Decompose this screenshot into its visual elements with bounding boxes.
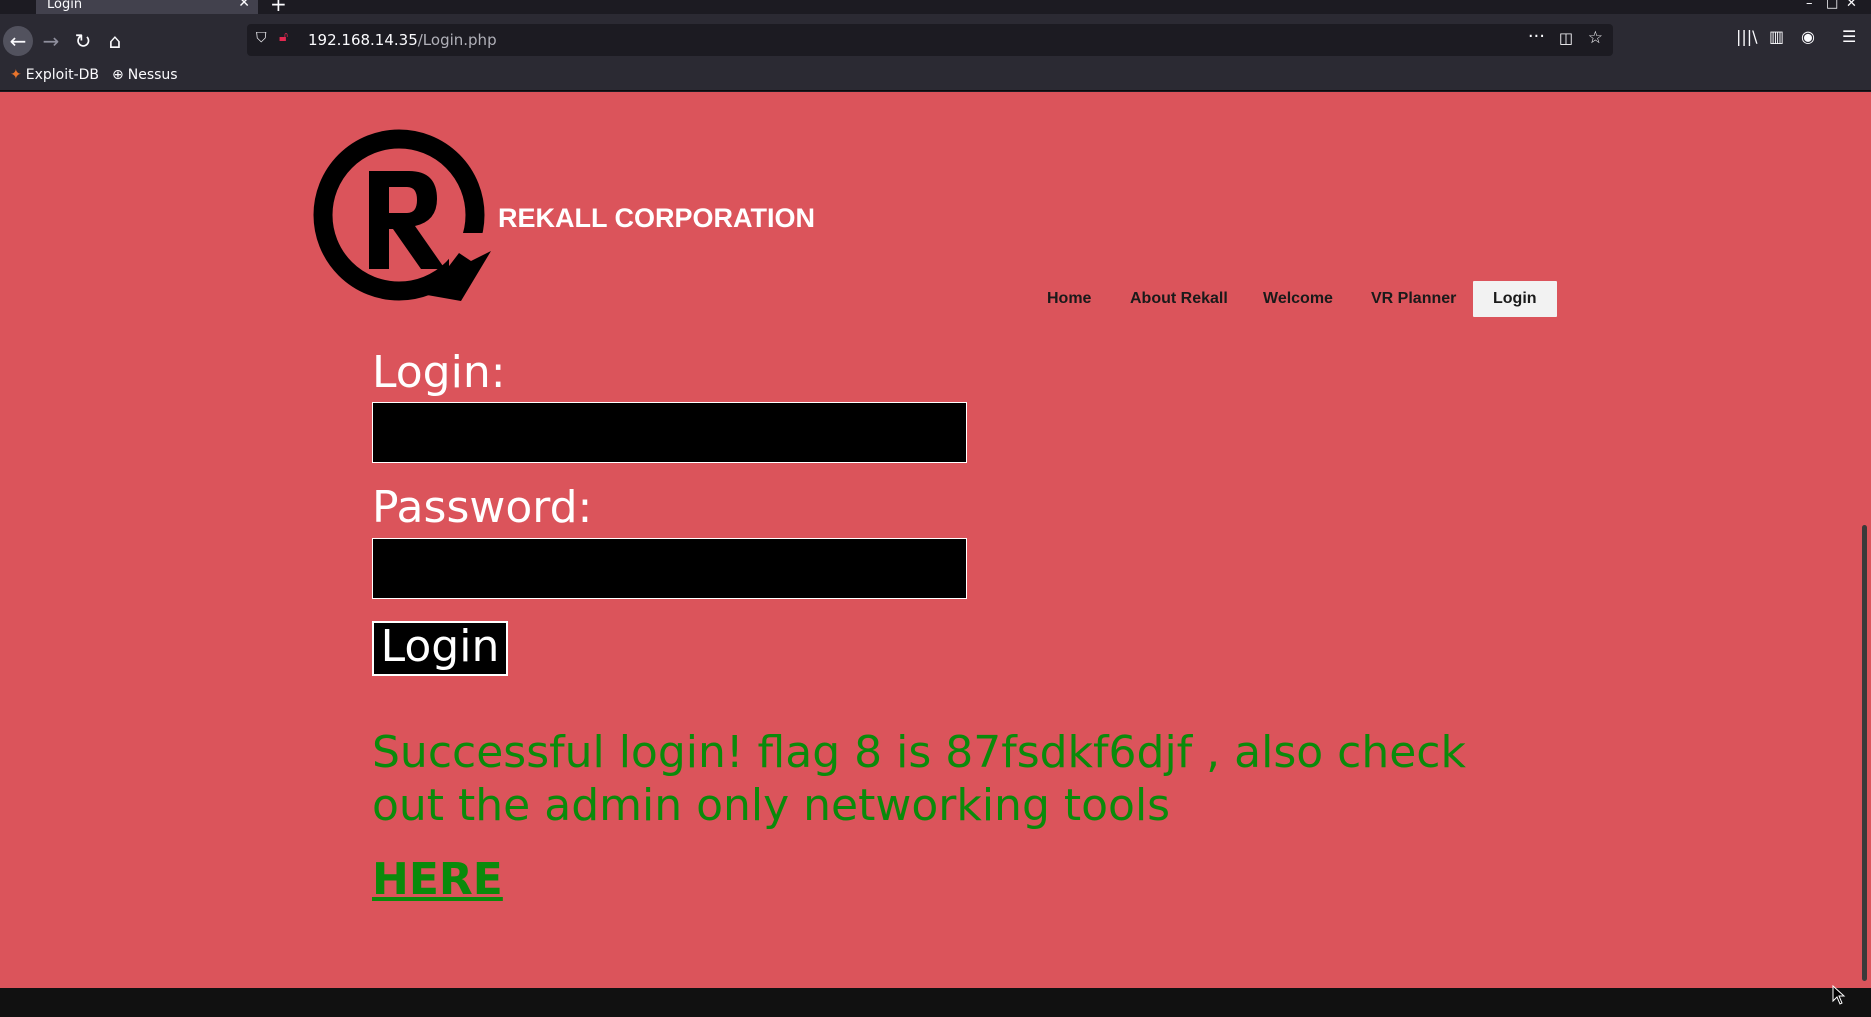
page-actions-icon[interactable]: ··· [1528, 26, 1545, 47]
login-button[interactable]: Login [372, 621, 508, 676]
url-path: /Login.php [417, 31, 497, 49]
bookmark-star-icon[interactable]: ☆ [1588, 28, 1603, 48]
tab-strip: Login ✕ + – □ ✕ [0, 0, 1871, 14]
insecure-lock-icon[interactable]: 🔓︎ [279, 29, 288, 45]
home-icon[interactable]: ⌂ [100, 26, 130, 56]
library-icon[interactable]: |||\ [1736, 27, 1758, 46]
login-label: Login: [372, 347, 506, 398]
shield-icon[interactable]: ⛉ [256, 30, 267, 46]
tab-close-icon[interactable]: ✕ [238, 0, 250, 10]
nav-vr-planner[interactable]: VR Planner [1371, 281, 1456, 317]
account-icon[interactable]: ◉ [1801, 27, 1815, 46]
page-content: REKALL CORPORATION Home About Rekall Wel… [0, 92, 1858, 988]
company-name: REKALL CORPORATION [498, 203, 815, 233]
address-bar[interactable]: ⛉ 🔓︎ 192.168.14.35/Login.php ··· ◫ ☆ [247, 24, 1613, 56]
reload-icon[interactable]: ↻ [68, 26, 98, 56]
nav-login[interactable]: Login [1473, 281, 1557, 317]
bookmarks-toolbar: ✦ Exploit-DB ⊕ Nessus [0, 67, 1871, 91]
rekall-logo [313, 129, 497, 301]
bookmark-exploit-db[interactable]: ✦ Exploit-DB [10, 67, 99, 91]
back-icon[interactable]: ← [3, 26, 33, 56]
bookmark-label: Exploit-DB [25, 67, 100, 83]
password-input[interactable] [372, 538, 967, 599]
scrollbar-thumb[interactable] [1862, 525, 1867, 981]
nav-home[interactable]: Home [1047, 281, 1091, 317]
browser-toolbar: ← → ↻ ⌂ ⛉ 🔓︎ 192.168.14.35/Login.php ···… [0, 14, 1871, 67]
nav-welcome[interactable]: Welcome [1263, 281, 1333, 317]
globe-icon: ⊕ [112, 67, 124, 83]
forward-icon[interactable]: → [36, 26, 66, 56]
bookmark-nessus[interactable]: ⊕ Nessus [112, 67, 178, 91]
nav-about-rekall[interactable]: About Rekall [1130, 281, 1228, 317]
exploit-db-icon: ✦ [10, 67, 22, 83]
bookmark-label: Nessus [127, 67, 178, 83]
maximize-icon[interactable]: □ [1826, 0, 1838, 11]
success-message: Successful login! flag 8 is 87fsdkf6djf … [372, 727, 1466, 831]
taskbar [0, 988, 1871, 1017]
login-input[interactable] [372, 402, 967, 463]
minimize-icon[interactable]: – [1806, 0, 1813, 11]
password-label: Password: [372, 482, 593, 533]
active-tab[interactable]: Login ✕ [36, 0, 258, 14]
mouse-cursor-icon [1832, 985, 1846, 1005]
tab-title: Login [47, 0, 83, 12]
url-text[interactable]: 192.168.14.35/Login.php [308, 31, 497, 49]
new-tab-icon[interactable]: + [270, 0, 287, 14]
admin-tools-link[interactable]: HERE [372, 854, 503, 905]
url-host: 192.168.14.35 [308, 31, 418, 49]
menu-icon[interactable]: ☰ [1842, 27, 1856, 46]
sidebar-icon[interactable]: ▥ [1769, 27, 1784, 46]
page-scrollbar[interactable] [1858, 92, 1871, 988]
window-close-icon[interactable]: ✕ [1846, 0, 1857, 11]
pocket-icon[interactable]: ◫ [1559, 29, 1573, 47]
